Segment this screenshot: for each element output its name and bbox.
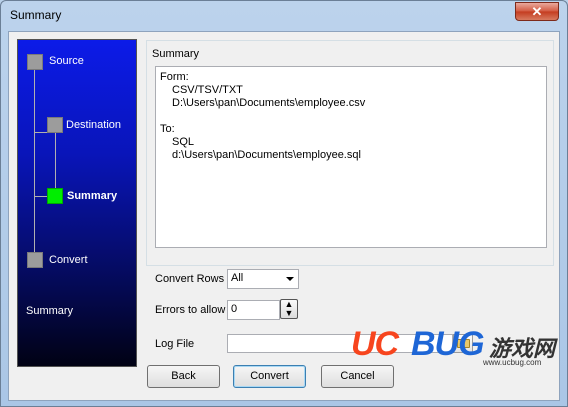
watermark-url: www.ucbug.com <box>483 358 542 367</box>
step-label-destination: Destination <box>66 119 122 131</box>
step-marker-destination <box>47 117 63 133</box>
errors-to-allow-label: Errors to allow <box>155 304 226 316</box>
summary-to-path: d:\Users\pan\Documents\employee.sql <box>172 149 361 161</box>
chevron-down-icon <box>286 277 294 281</box>
summary-form-type: CSV/TSV/TXT <box>172 84 243 96</box>
step-connector <box>34 62 35 260</box>
spin-down-icon: ▼ <box>284 308 294 318</box>
convert-rows-select[interactable]: All <box>227 269 299 289</box>
watermark-uc: UC <box>351 325 399 363</box>
summary-form-path: D:\Users\pan\Documents\employee.csv <box>172 97 366 109</box>
errors-to-allow-value: 0 <box>231 303 238 315</box>
summary-group-label: Summary <box>152 48 200 60</box>
title-bar[interactable]: Summary ✕ <box>1 1 567 31</box>
back-button[interactable]: Back <box>147 365 220 388</box>
summary-form-label: Form: <box>160 71 189 83</box>
convert-button[interactable]: Convert <box>233 365 306 388</box>
errors-spinner-button[interactable]: ▲ ▼ <box>280 299 298 319</box>
summary-to-type: SQL <box>172 136 195 148</box>
step-label-convert: Convert <box>49 254 88 266</box>
convert-rows-value: All <box>231 272 244 284</box>
window-title: Summary <box>10 8 62 22</box>
wizard-steps-panel: Source Destination Summary Convert Summa… <box>17 39 137 367</box>
summary-text-area[interactable]: Form: CSV/TSV/TXT D:\Users\pan\Documents… <box>155 66 547 248</box>
watermark-logo: UC BUG 游戏网 www.ucbug.com <box>351 321 561 369</box>
step-marker-convert <box>27 252 43 268</box>
current-step-caption: Summary <box>26 305 74 317</box>
step-marker-summary <box>47 188 63 204</box>
log-file-label: Log File <box>155 338 195 350</box>
convert-rows-label: Convert Rows <box>155 273 225 285</box>
step-label-source: Source <box>49 55 84 67</box>
step-label-summary: Summary <box>67 190 118 202</box>
close-icon: ✕ <box>531 4 543 19</box>
errors-to-allow-input[interactable]: 0 <box>227 300 280 320</box>
step-connector <box>55 132 56 196</box>
close-button[interactable]: ✕ <box>515 2 559 21</box>
summary-window: Summary ✕ Source Destination Summary Con… <box>0 0 568 407</box>
watermark-bug: BUG <box>411 325 485 363</box>
step-marker-source <box>27 54 43 70</box>
summary-spacer <box>160 110 542 123</box>
summary-to-label: To: <box>160 123 175 135</box>
